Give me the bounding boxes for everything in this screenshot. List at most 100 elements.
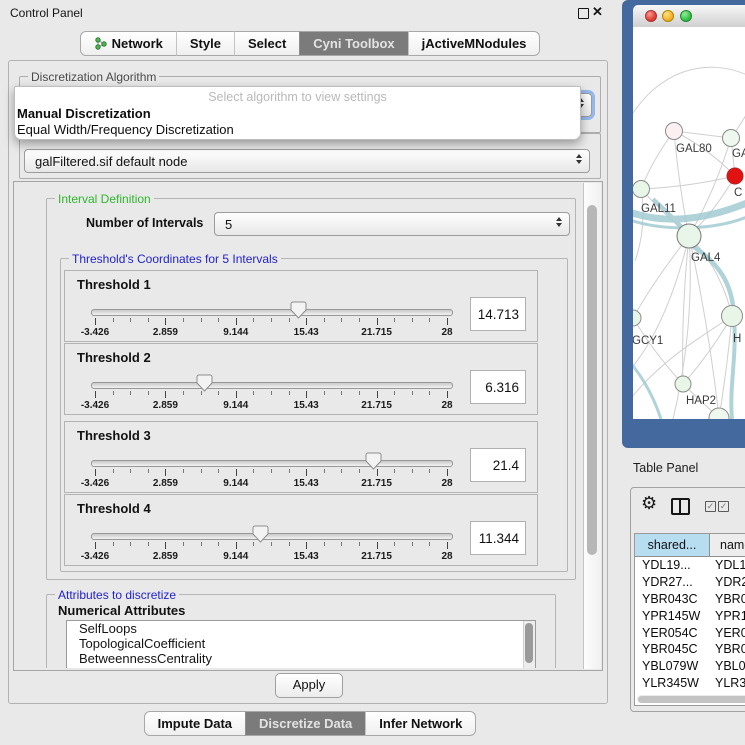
threshold-2-value-field[interactable]: 6.316 — [470, 370, 526, 404]
tick-mark — [218, 391, 219, 395]
minimize-traffic-light[interactable] — [662, 10, 674, 22]
threshold-3-slider[interactable]: -3.4262.8599.14415.4321.71528 — [65, 452, 537, 492]
tab-label: jActiveMNodules — [422, 32, 527, 55]
cell-name[interactable]: YBR0 — [709, 642, 745, 656]
cell-shared-name[interactable]: YER054C — [635, 626, 709, 640]
cell-shared-name[interactable]: YDR27... — [635, 575, 709, 589]
table-hscrollbar[interactable] — [637, 695, 745, 703]
cell-name[interactable]: YER0 — [709, 626, 745, 640]
table-row[interactable]: YER054CYER0 — [635, 624, 745, 641]
tick-mark — [271, 469, 272, 473]
slider-thumb[interactable] — [196, 374, 213, 392]
threshold-4-value-field[interactable]: 11.344 — [470, 521, 526, 555]
network-canvas[interactable]: GAL80 GA C GAL11 GAL4 GCY1 H HAP2 — [633, 27, 745, 419]
tab-label: Cyni Toolbox — [313, 32, 394, 55]
threshold-3-value-field[interactable]: 21.4 — [470, 448, 526, 482]
tick-mark — [201, 469, 202, 473]
tab-network[interactable]: Network — [80, 31, 176, 56]
cell-name[interactable]: YDL1 — [709, 558, 745, 572]
tab-cyni-toolbox[interactable]: Cyni Toolbox — [299, 31, 407, 56]
network-window-titlebar — [633, 5, 745, 28]
table-row[interactable]: YBR045CYBR0 — [635, 641, 745, 658]
node-hap2[interactable] — [675, 376, 691, 392]
checkbox-icon[interactable]: ✓ — [718, 501, 729, 512]
table-row[interactable]: YDR27...YDR2 — [635, 574, 745, 591]
bottom-tab-infer-network[interactable]: Infer Network — [365, 711, 476, 736]
tick-label: 2.859 — [153, 478, 178, 489]
node-gal11[interactable] — [633, 181, 650, 198]
number-of-intervals-combobox[interactable]: 5 — [214, 212, 570, 236]
cell-shared-name[interactable]: YBR043C — [635, 592, 709, 606]
table-row[interactable]: YDL19...YDL1 — [635, 557, 745, 574]
threshold-2-slider[interactable]: -3.4262.8599.14415.4321.71528 — [65, 374, 537, 414]
cell-shared-name[interactable]: YBR045C — [635, 642, 709, 656]
slider-track[interactable] — [91, 382, 453, 389]
apply-button[interactable]: Apply — [275, 673, 343, 698]
tick-mark — [253, 318, 254, 322]
close-traffic-light[interactable] — [645, 10, 657, 22]
panel-scrollbar[interactable] — [583, 183, 601, 669]
cell-shared-name[interactable]: YBL079W — [635, 659, 709, 673]
node-gal80[interactable] — [666, 123, 683, 140]
group-title: Attributes to discretize — [55, 588, 179, 602]
tick-mark — [412, 391, 413, 395]
slider-thumb[interactable] — [252, 525, 269, 543]
close-icon[interactable]: ✕ — [592, 4, 603, 20]
node-red-selected[interactable] — [727, 168, 743, 184]
threshold-1-value-field[interactable]: 14.713 — [470, 297, 526, 331]
node-gal4[interactable] — [677, 224, 701, 248]
zoom-traffic-light[interactable] — [680, 10, 692, 22]
slider-track[interactable] — [91, 309, 453, 316]
scrollbar-thumb[interactable] — [525, 623, 533, 663]
scroll-content: Interval Definition Number of Intervals … — [14, 182, 582, 668]
bottom-tab-discretize-data[interactable]: Discretize Data — [245, 711, 365, 736]
slider-track[interactable] — [91, 460, 453, 467]
float-window-icon[interactable] — [578, 8, 589, 19]
tick-mark — [113, 318, 114, 322]
cell-name[interactable]: YLR3 — [709, 676, 745, 690]
tab-select[interactable]: Select — [234, 31, 299, 56]
table-data-combobox[interactable]: galFiltered.sif default node — [24, 149, 590, 173]
cell-name[interactable]: YPR1 — [709, 609, 745, 623]
threshold-4-slider[interactable]: -3.4262.8599.14415.4321.71528 — [65, 525, 537, 565]
column-header-shared-name[interactable]: shared... — [635, 534, 710, 556]
attribute-item-selfloops[interactable]: SelfLoops — [67, 621, 535, 636]
table-data-value: galFiltered.sif default node — [35, 154, 187, 169]
cell-name[interactable]: YDR2 — [709, 575, 745, 589]
column-header-name[interactable]: name — [710, 534, 745, 556]
cell-shared-name[interactable]: YDL19... — [635, 558, 709, 572]
list-scrollbar[interactable] — [523, 621, 535, 668]
cell-name[interactable]: YBR0 — [709, 592, 745, 606]
table-row[interactable]: YLR345WYLR3 — [635, 675, 745, 692]
slider-thumb[interactable] — [365, 452, 382, 470]
algorithm-option-equal-width-frequency-discretization[interactable]: Equal Width/Frequency Discretization — [17, 122, 234, 137]
numerical-attributes-list[interactable]: SelfLoopsTopologicalCoefficientBetweenne… — [66, 620, 536, 668]
scrollbar-thumb[interactable] — [638, 696, 745, 703]
table-row[interactable]: YPR145WYPR1 — [635, 607, 745, 624]
tick-label: -3.426 — [81, 478, 109, 489]
attribute-item-betweennesscentrality[interactable]: BetweennessCentrality — [67, 651, 535, 666]
tick-mark — [412, 542, 413, 546]
split-columns-icon[interactable] — [671, 498, 690, 515]
table-row[interactable]: YBR043CYBR0 — [635, 591, 745, 608]
algorithm-option-manual-discretization[interactable]: Manual Discretization — [17, 106, 151, 121]
node-partial-top-right[interactable] — [723, 130, 740, 147]
node-gcy1[interactable] — [633, 310, 641, 326]
node-partial-bottom[interactable] — [709, 408, 729, 419]
slider-track[interactable] — [91, 533, 453, 540]
cell-shared-name[interactable]: YPR145W — [635, 609, 709, 623]
node-h[interactable] — [722, 306, 743, 327]
gear-icon[interactable]: ⚙ — [641, 493, 657, 514]
bottom-tab-impute-data[interactable]: Impute Data — [144, 711, 245, 736]
threshold-1-slider[interactable]: -3.4262.8599.14415.4321.71528 — [65, 301, 537, 341]
table-row[interactable]: YBL079WYBL0 — [635, 658, 745, 675]
tick-label: 9.144 — [223, 551, 248, 562]
cell-name[interactable]: YBL0 — [709, 659, 745, 673]
checkbox-icon[interactable]: ✓ — [705, 501, 716, 512]
cell-shared-name[interactable]: YLR345W — [635, 676, 709, 690]
scrollbar-thumb[interactable] — [587, 205, 597, 555]
slider-thumb[interactable] — [290, 301, 307, 319]
tab-jactivemnodules[interactable]: jActiveMNodules — [408, 31, 541, 56]
attribute-item-topologicalcoefficient[interactable]: TopologicalCoefficient — [67, 636, 535, 651]
tab-style[interactable]: Style — [176, 31, 234, 56]
